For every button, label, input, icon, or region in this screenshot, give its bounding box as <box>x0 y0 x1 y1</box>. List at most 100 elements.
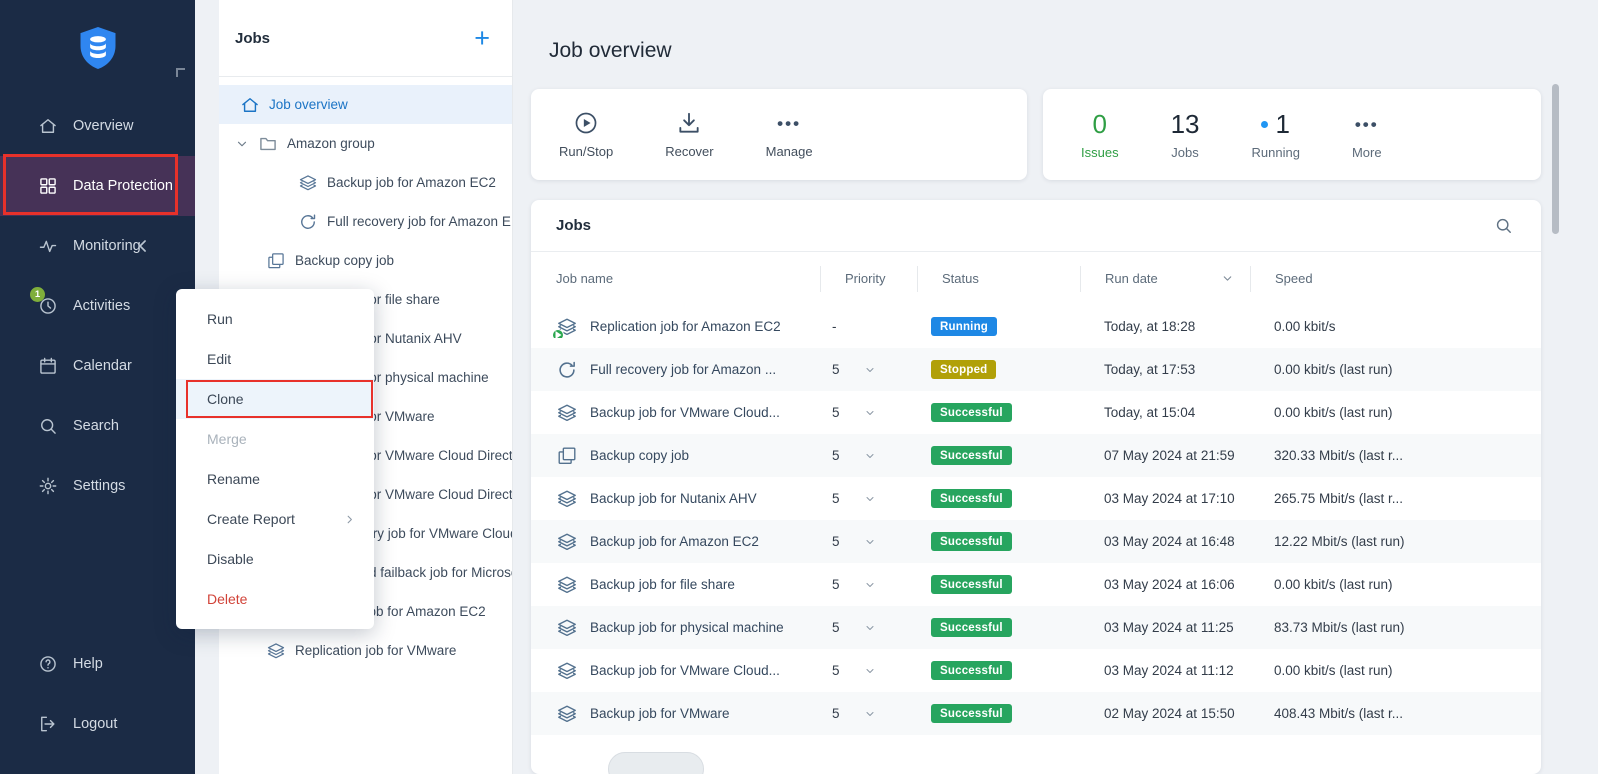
backup-job-icon <box>298 173 318 193</box>
table-row[interactable]: Replication job for Amazon EC2-RunningTo… <box>531 305 1541 348</box>
priority-cell[interactable]: 5 <box>820 405 917 420</box>
tree-item[interactable]: Backup job for Amazon EC2 <box>219 163 512 202</box>
context-menu-item-clone[interactable]: Clone <box>176 379 374 419</box>
logo-wrap <box>0 0 195 96</box>
run-date-cell: 02 May 2024 at 15:50 <box>1080 706 1250 721</box>
table-row[interactable]: Backup job for VMware Cloud... 5 Successfu… <box>531 391 1541 434</box>
job-name-cell[interactable]: Backup job for VMware <box>531 703 820 725</box>
home-icon <box>38 116 58 136</box>
job-name: Backup job for Amazon EC2 <box>590 534 759 549</box>
stat-issues[interactable]: 0Issues <box>1081 110 1119 160</box>
job-name-cell[interactable]: Backup job for VMware Cloud... <box>531 402 820 424</box>
sidebar-item-search[interactable]: Search <box>0 396 195 456</box>
toolbar-button-label: Run/Stop <box>559 144 613 159</box>
stat-running[interactable]: 1Running <box>1252 110 1300 160</box>
table-row[interactable]: Full recovery job for Amazon ...5Stopped… <box>531 348 1541 391</box>
priority-cell[interactable]: 5 <box>820 663 917 678</box>
priority-cell[interactable]: 5 <box>820 706 917 721</box>
status-badge: Successful <box>931 403 1012 422</box>
speed: 0.00 kbit/s (last run) <box>1274 663 1393 678</box>
status-cell: Successful <box>917 704 1080 723</box>
add-job-button[interactable]: + <box>474 25 490 52</box>
context-menu-item-run[interactable]: Run <box>176 299 374 339</box>
context-menu-item-rename[interactable]: Rename <box>176 459 374 499</box>
sidebar-item-activities[interactable]: 1Activities <box>0 276 195 336</box>
speed-cell: 0.00 kbit/s <box>1250 319 1541 334</box>
priority-value: 5 <box>832 577 840 592</box>
priority-cell[interactable]: 5 <box>820 577 917 592</box>
toolbar-button-label: Manage <box>766 144 813 159</box>
job-name-cell[interactable]: Backup copy job <box>531 445 820 467</box>
grid-icon <box>38 176 58 196</box>
sidebar-item-settings[interactable]: Settings <box>0 456 195 516</box>
sidebar-item-data-protection[interactable]: Data Protection <box>0 156 195 216</box>
sidebar-nav: OverviewData ProtectionMonitoring1Activi… <box>0 96 195 516</box>
speed-cell: 12.22 Mbit/s (last run) <box>1250 534 1541 549</box>
chevron-down-icon <box>864 450 876 462</box>
column-header-run-date[interactable]: Run date <box>1080 266 1250 292</box>
job-name-cell[interactable]: Backup job for file share <box>531 574 820 596</box>
job-name: Backup job for VMware Cloud... <box>590 405 780 420</box>
status-badge: Running <box>931 317 997 336</box>
sidebar-item-monitoring[interactable]: Monitoring <box>0 216 195 276</box>
table-row[interactable]: Backup job for Amazon EC25Successful03 M… <box>531 520 1541 563</box>
table-row[interactable]: Backup job for VMware5 Successful 02 May 2… <box>531 692 1541 735</box>
priority-cell[interactable]: 5 <box>820 491 917 506</box>
job-name-cell[interactable]: Backup job for Amazon EC2 <box>531 531 820 553</box>
speed: 0.00 kbit/s <box>1274 319 1336 334</box>
recover-button[interactable]: Recover <box>665 110 713 159</box>
sidebar-item-calendar[interactable]: Calendar <box>0 336 195 396</box>
priority-value: 5 <box>832 362 840 377</box>
run-stop-button[interactable]: Run/Stop <box>559 110 613 159</box>
context-menu-item-disable[interactable]: Disable <box>176 539 374 579</box>
table-row[interactable]: Backup copy job5Successful07 May 2024 at… <box>531 434 1541 477</box>
context-menu-item-delete[interactable]: Delete <box>176 579 374 619</box>
context-menu-item-edit[interactable]: Edit <box>176 339 374 379</box>
scrollbar-thumb[interactable] <box>1552 84 1559 234</box>
job-name-cell[interactable]: Backup job for Nutanix AHV <box>531 488 820 510</box>
toolbar-button-label: Recover <box>665 144 713 159</box>
priority-cell[interactable]: 5 <box>820 620 917 635</box>
run-date: 03 May 2024 at 16:06 <box>1104 577 1235 592</box>
tree-item[interactable]: Amazon group <box>219 124 512 163</box>
table-row[interactable]: Backup job for file share 5 Successful 03 M… <box>531 563 1541 606</box>
priority-cell[interactable]: 5 <box>820 534 917 549</box>
speed-cell: 408.43 Mbit/s (last r... <box>1250 706 1541 721</box>
tree-item[interactable]: Full recovery job for Amazon E <box>219 202 512 241</box>
status-badge: Successful <box>931 618 1012 637</box>
job-name-cell[interactable]: Backup job for VMware Cloud... <box>531 660 820 682</box>
manage-button[interactable]: •••Manage <box>766 110 813 159</box>
stat-more[interactable]: ••• More <box>1352 110 1382 160</box>
partial-pagination-button[interactable] <box>608 752 704 774</box>
stat-value: ••• <box>1355 110 1379 140</box>
status-badge: Successful <box>931 532 1012 551</box>
priority-cell[interactable]: 5 <box>820 362 917 377</box>
sidebar-item-label: Activities <box>73 298 130 314</box>
table-row[interactable]: Backup job for physical machine5 Successf… <box>531 606 1541 649</box>
sidebar-collapse-icon[interactable] <box>176 68 185 77</box>
job-name-cell[interactable]: Backup job for physical machine <box>531 617 820 639</box>
sidebar-item-help[interactable]: Help <box>0 634 195 694</box>
search-icon <box>38 416 58 436</box>
speed-cell: 0.00 kbit/s (last run) <box>1250 663 1541 678</box>
status-badge: Successful <box>931 704 1012 723</box>
context-menu-item-label: Create Report <box>207 511 295 527</box>
tree-item[interactable]: Job overview <box>219 85 512 124</box>
context-menu-item-create-report[interactable]: Create Report <box>176 499 374 539</box>
table-row[interactable]: Backup job for Nutanix AHV5Successful03 … <box>531 477 1541 520</box>
speed: 0.00 kbit/s (last run) <box>1274 405 1393 420</box>
priority-cell[interactable]: 5 <box>820 448 917 463</box>
sidebar-item-overview[interactable]: Overview <box>0 96 195 156</box>
gear-icon <box>38 476 58 496</box>
tree-item[interactable]: Replication job for VMware <box>219 631 512 670</box>
tree-item[interactable]: Backup copy job <box>219 241 512 280</box>
search-icon[interactable] <box>1494 216 1513 235</box>
job-name-cell[interactable]: Replication job for Amazon EC2 <box>531 316 820 338</box>
job-name-cell[interactable]: Full recovery job for Amazon ... <box>531 359 820 381</box>
stat-label: More <box>1352 145 1382 160</box>
sidebar-item-logout[interactable]: Logout <box>0 694 195 754</box>
table-row[interactable]: Backup job for VMware Cloud...5Successfu… <box>531 649 1541 692</box>
stat-jobs[interactable]: 13Jobs <box>1171 110 1200 160</box>
status-badge: Successful <box>931 575 1012 594</box>
toolbar-card: Run/Stop Recover •••Manage <box>531 89 1027 180</box>
